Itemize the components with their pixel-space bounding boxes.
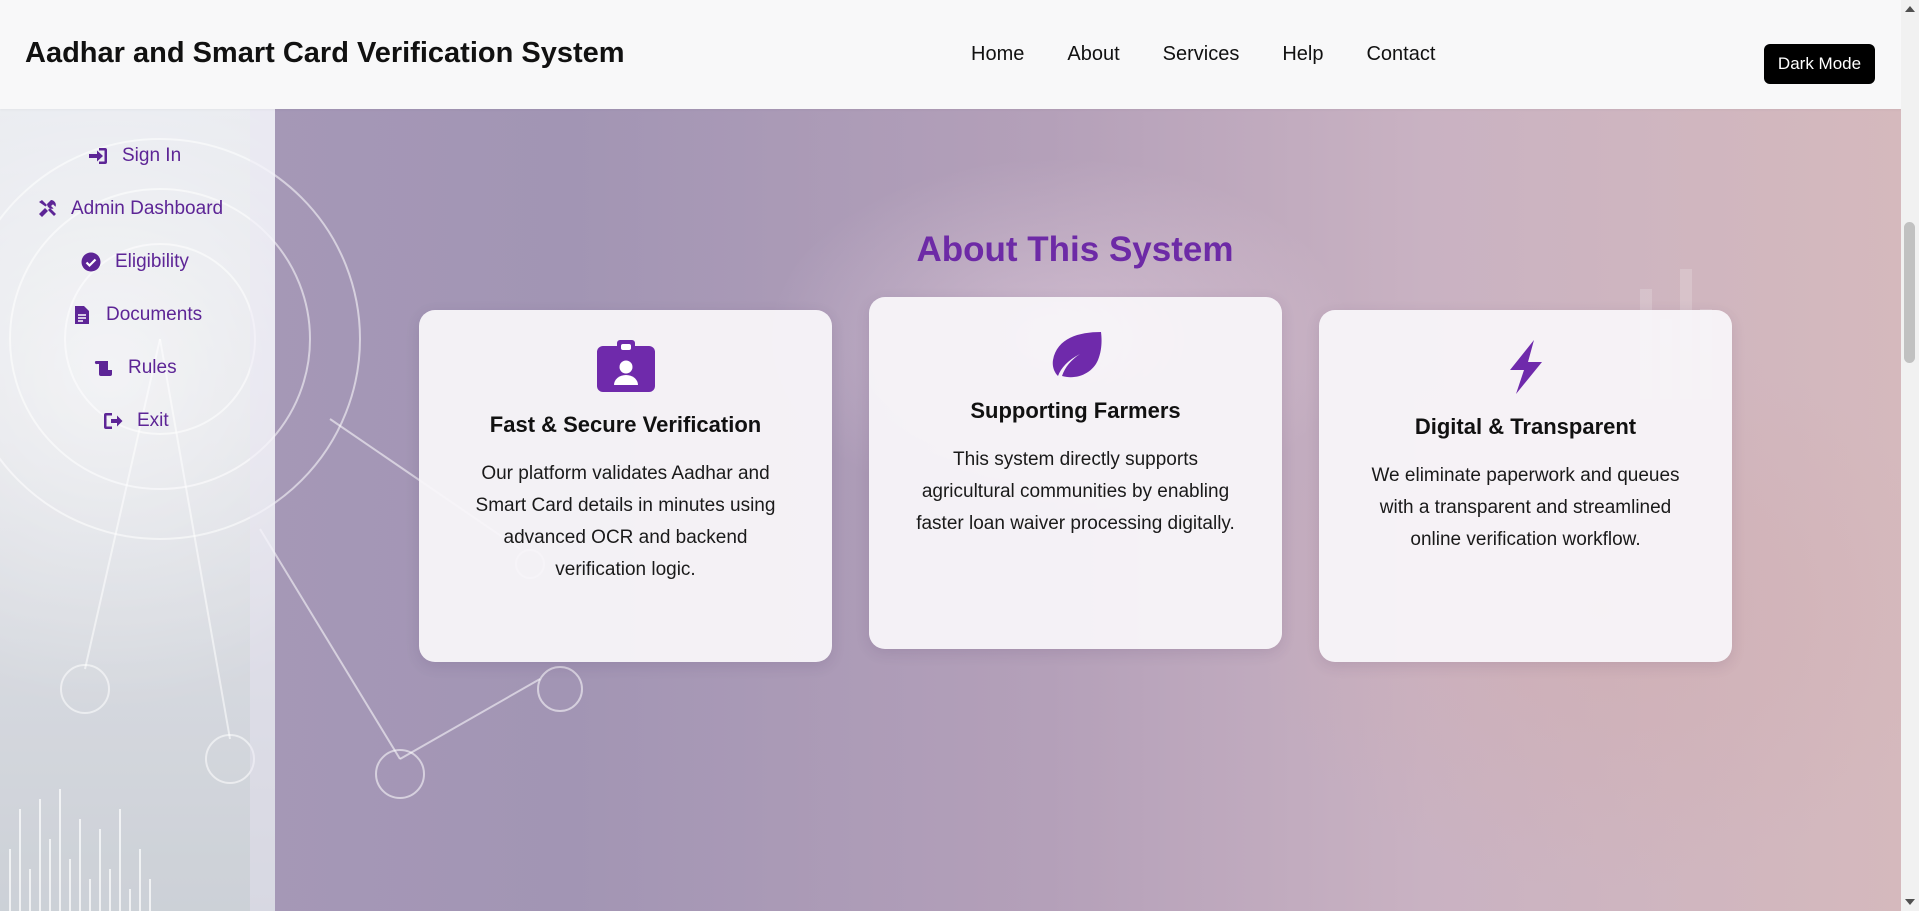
card-text: Our platform validates Aadhar and Smart … bbox=[475, 463, 776, 580]
dark-mode-button[interactable]: Dark Mode bbox=[1764, 44, 1875, 84]
card-title: Fast & Secure Verification bbox=[489, 412, 762, 437]
scroll-up-arrow-icon[interactable] bbox=[1905, 6, 1915, 12]
card-text: This system directly supports agricultur… bbox=[916, 449, 1235, 534]
sidebar-item-rules[interactable]: Rules bbox=[94, 357, 177, 379]
sidebar-item-label: Admin Dashboard bbox=[71, 198, 224, 219]
main-nav: Home About Services Help Contact bbox=[971, 43, 1435, 66]
sign-out-icon bbox=[104, 413, 123, 429]
leaf-icon bbox=[1052, 332, 1102, 378]
nav-contact[interactable]: Contact bbox=[1366, 43, 1435, 66]
sidebar-item-admin-dashboard[interactable]: Admin Dashboard bbox=[37, 198, 223, 220]
tools-icon bbox=[39, 200, 56, 217]
nav-about[interactable]: About bbox=[1067, 43, 1119, 66]
document-icon bbox=[75, 306, 89, 324]
card-text: We eliminate paperwork and queues with a… bbox=[1371, 465, 1680, 550]
top-navbar: Aadhar and Smart Card Verification Syste… bbox=[0, 0, 1901, 109]
nav-home[interactable]: Home bbox=[971, 43, 1024, 66]
page-scrollbar[interactable] bbox=[1901, 0, 1919, 911]
scroll-thumb[interactable] bbox=[1904, 222, 1915, 363]
card-fast-secure: Fast & Secure Verification Our platform … bbox=[419, 310, 832, 662]
card-title: Supporting Farmers bbox=[970, 398, 1181, 423]
nav-help[interactable]: Help bbox=[1282, 43, 1323, 66]
card-digital-transparent: Digital & Transparent We eliminate paper… bbox=[1319, 310, 1732, 662]
sidebar-item-exit[interactable]: Exit bbox=[103, 410, 169, 432]
bolt-icon bbox=[1509, 340, 1542, 394]
nav-services[interactable]: Services bbox=[1163, 43, 1240, 66]
site-title: Aadhar and Smart Card Verification Syste… bbox=[25, 37, 625, 69]
sidebar-item-label: Sign In bbox=[122, 145, 182, 166]
sidebar-item-label: Exit bbox=[137, 410, 169, 431]
sidebar-item-sign-in[interactable]: Sign In bbox=[88, 145, 181, 167]
sign-in-icon bbox=[89, 148, 107, 164]
section-title: About This System bbox=[916, 230, 1234, 269]
page: Aadhar and Smart Card Verification Syste… bbox=[0, 0, 1919, 911]
sidebar-item-label: Documents bbox=[106, 304, 203, 325]
card-title: Digital & Transparent bbox=[1414, 414, 1637, 439]
id-badge-icon bbox=[596, 340, 655, 392]
sidebar-item-documents[interactable]: Documents bbox=[72, 304, 202, 326]
scroll-down-arrow-icon[interactable] bbox=[1905, 899, 1915, 905]
card-supporting-farmers: Supporting Farmers This system directly … bbox=[869, 297, 1282, 649]
sidebar-item-label: Rules bbox=[128, 357, 177, 378]
scroll-icon bbox=[94, 361, 112, 376]
